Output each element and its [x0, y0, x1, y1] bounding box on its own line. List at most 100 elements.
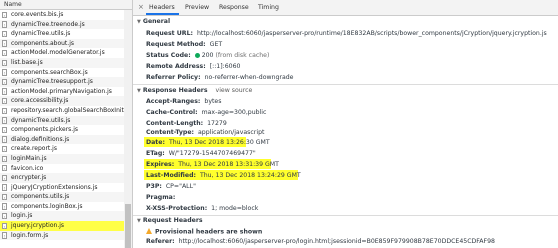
- file-row[interactable]: encrypter.js: [0, 173, 124, 183]
- status-code-cache-note: (from disk cache): [215, 52, 270, 59]
- tab-headers[interactable]: Headers: [149, 4, 175, 11]
- status-ok-icon: [194, 52, 200, 58]
- warning-icon: [146, 228, 152, 234]
- request-url-key: Request URL:: [146, 30, 193, 37]
- header-key: X-XSS-Protection:: [146, 205, 208, 212]
- section-divider: [133, 215, 558, 216]
- scrollbar-thumb[interactable]: [125, 204, 131, 248]
- file-row[interactable]: components.pickers.js: [0, 125, 124, 135]
- file-row[interactable]: login.form.js: [0, 230, 124, 241]
- file-row[interactable]: dynamicTree.treesupport.js: [0, 77, 124, 87]
- header-value: bytes: [204, 98, 222, 105]
- tab-response[interactable]: Response: [219, 4, 249, 11]
- details-tab-bar: × Headers Preview Response Timing: [133, 0, 558, 16]
- header-key: Last-Modified:: [146, 172, 196, 179]
- file-row[interactable]: create.report.js: [0, 144, 124, 154]
- tab-timing[interactable]: Timing: [258, 4, 279, 11]
- devtools-network-view: Name core.events.bis.js dynamicTree.treen…: [0, 0, 558, 248]
- request-method-value: GET: [209, 41, 223, 48]
- header-value: Thu, 13 Dec 2018 13:31:39 GMT: [178, 161, 279, 168]
- file-row[interactable]: dynamicTree.utils.js: [0, 115, 124, 126]
- file-name: loginMain.js: [11, 154, 47, 162]
- header-value: CP="ALL": [165, 183, 196, 190]
- file-row[interactable]: dynamicTree.treenode.js: [0, 19, 124, 30]
- referrer-policy-key: Referrer Policy:: [146, 74, 201, 81]
- file-name: list.base.js: [11, 58, 43, 66]
- header-key: Accept-Ranges:: [146, 98, 201, 105]
- file-row[interactable]: login.js: [0, 211, 124, 222]
- close-icon[interactable]: ×: [138, 3, 144, 11]
- file-row[interactable]: loginMain.js: [0, 153, 124, 164]
- provisional-warning-text: Provisional headers are shown: [155, 228, 263, 236]
- file-name: dynamicTree.utils.js: [11, 30, 71, 38]
- file-name: components.pickers.js: [11, 126, 78, 134]
- file-row[interactable]: actionModel.modelGenerator.js: [0, 48, 124, 58]
- file-icon: [2, 155, 7, 162]
- file-icon: [2, 49, 7, 57]
- file-icon: [2, 174, 7, 182]
- file-name: login.form.js: [11, 231, 49, 239]
- header-key: Date:: [146, 139, 165, 146]
- file-icon: [2, 88, 7, 95]
- file-name: create.report.js: [11, 145, 57, 153]
- file-row[interactable]: dynamicTree.utils.js: [0, 29, 124, 39]
- remote-address-value: [::1]:6060: [209, 63, 241, 70]
- active-tab-indicator: [146, 13, 179, 15]
- file-row[interactable]: components.utils.js: [0, 192, 124, 202]
- expand-triangle-icon: ▼: [137, 88, 141, 94]
- expand-triangle-icon: ▼: [137, 218, 141, 224]
- file-name: encrypter.js: [11, 174, 47, 182]
- header-value: max-age=300,public: [201, 109, 267, 116]
- remote-address-key: Remote Address:: [146, 63, 206, 70]
- request-list: core.events.bis.js dynamicTree.treenode.j…: [0, 10, 124, 241]
- header-value: application/javascript: [198, 129, 265, 136]
- file-name: dialog.definitions.js: [11, 135, 70, 143]
- general-section-header[interactable]: ▼ General: [137, 18, 170, 25]
- file-name: actionModel.modelGenerator.js: [11, 49, 105, 57]
- file-name: repository.search.globalSearchBoxInit.js: [11, 106, 124, 114]
- status-code-row: Status Code: 200 (from disk cache): [146, 52, 269, 59]
- status-code-key: Status Code:: [146, 52, 191, 59]
- file-icon: [2, 30, 7, 38]
- header-key: P3P:: [146, 183, 162, 190]
- section-divider: [133, 84, 558, 85]
- file-icon: [2, 40, 7, 47]
- file-name: components.loginBox.js: [11, 202, 83, 210]
- header-row-x-xss-protection: X-XSS-Protection: 1; mode=block: [146, 205, 258, 212]
- file-row[interactable]: list.base.js: [0, 57, 124, 68]
- file-name: jquery.jcryption.js: [11, 222, 65, 230]
- file-row[interactable]: core.accessibility.js: [0, 96, 124, 106]
- header-key: Content-Length:: [146, 120, 204, 127]
- file-row[interactable]: core.events.bis.js: [0, 10, 124, 20]
- file-row[interactable]: dialog.definitions.js: [0, 134, 124, 145]
- file-name: dynamicTree.treesupport.js: [11, 78, 93, 86]
- header-value: Thu, 13 Dec 2018 13:24:29 GMT: [199, 172, 301, 179]
- response-headers-section-header[interactable]: ▼ Response Headers view source: [137, 87, 252, 94]
- file-name: actionModel.primaryNavigation.js: [11, 87, 112, 95]
- file-row[interactable]: jquery.jcryption.js: [0, 221, 124, 231]
- view-source-link[interactable]: view source: [216, 87, 253, 94]
- provisional-warning: Provisional headers are shown: [146, 228, 262, 236]
- request-list-panel: Name core.events.bis.js dynamicTree.treen…: [0, 0, 133, 248]
- file-row[interactable]: components.about.js: [0, 38, 124, 49]
- file-name: jQueryJCryptionExtensions.js: [11, 183, 98, 191]
- request-url-row: Request URL: http://localhost:6060/jasper…: [146, 30, 547, 37]
- file-name: dynamicTree.treenode.js: [11, 20, 85, 28]
- header-value: 17279: [207, 120, 227, 127]
- file-icon: [2, 11, 7, 18]
- file-row[interactable]: components.loginBox.js: [0, 202, 124, 212]
- file-row[interactable]: actionModel.primaryNavigation.js: [0, 87, 124, 97]
- header-key: Cache-Control:: [146, 109, 198, 116]
- request-list-scrollbar[interactable]: [124, 10, 132, 248]
- request-headers-section-header[interactable]: ▼ Request Headers: [137, 217, 203, 224]
- file-name: favicon.ico: [11, 164, 44, 172]
- file-row[interactable]: repository.search.globalSearchBoxInit.js: [0, 106, 124, 116]
- name-column-header[interactable]: Name: [0, 0, 132, 10]
- file-row[interactable]: jQueryJCryptionExtensions.js: [0, 183, 124, 193]
- referer-value: http://localhost:6060/jasperserver-pro/l…: [178, 238, 495, 245]
- file-name: login.js: [11, 212, 33, 220]
- file-row[interactable]: components.searchBox.js: [0, 68, 124, 78]
- file-row[interactable]: favicon.ico: [0, 164, 124, 174]
- header-key: Expires:: [146, 161, 175, 168]
- tab-preview[interactable]: Preview: [185, 4, 209, 11]
